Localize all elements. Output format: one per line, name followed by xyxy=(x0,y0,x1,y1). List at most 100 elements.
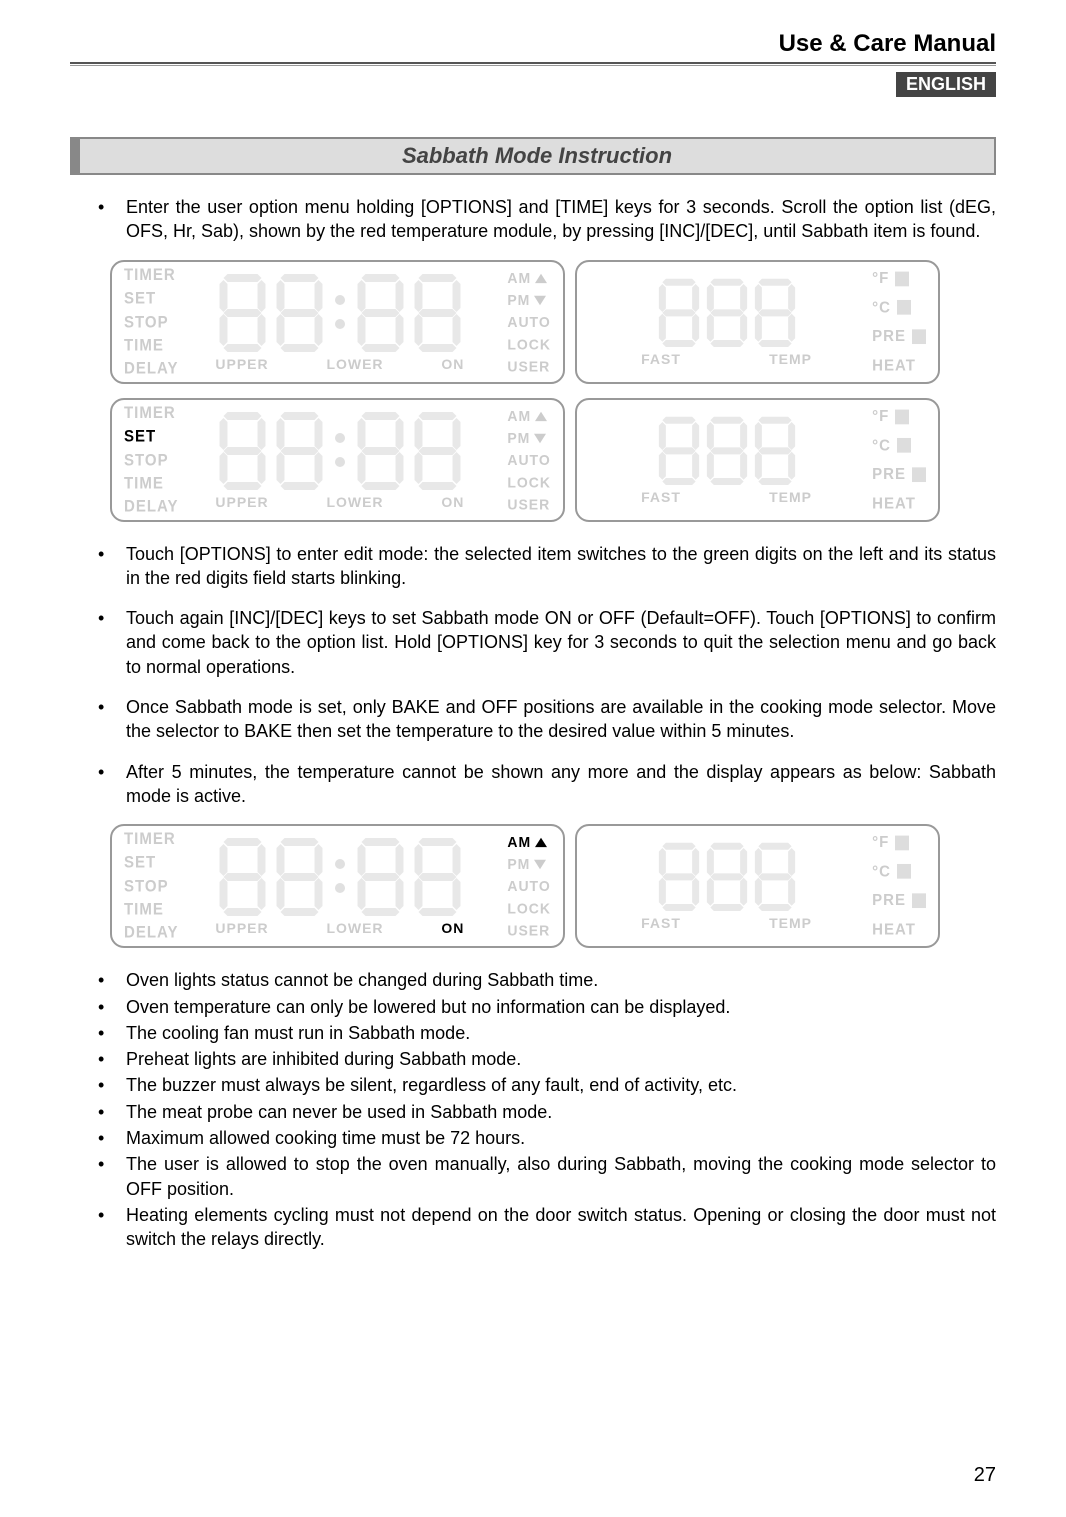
label-pre: PRE xyxy=(872,892,906,910)
down-arrow-icon xyxy=(534,295,546,304)
up-arrow-icon xyxy=(535,411,547,420)
label-degf: °F xyxy=(872,269,889,287)
label-stop: STOP xyxy=(124,451,178,468)
label-degc: °C xyxy=(872,436,891,454)
label-stop: STOP xyxy=(124,313,178,330)
label-degc: °C xyxy=(872,863,891,881)
label-auto: AUTO xyxy=(507,313,551,330)
down-arrow-icon xyxy=(534,859,546,868)
label-heat: HEAT xyxy=(872,494,926,512)
label-temp: TEMP xyxy=(769,351,812,367)
digit xyxy=(704,415,750,485)
instruction-item: Touch again [INC]/[DEC] keys to set Sabb… xyxy=(98,606,996,679)
digit xyxy=(752,277,798,347)
indicator-box xyxy=(912,329,926,344)
label-user: USER xyxy=(507,357,551,374)
label-delay: DELAY xyxy=(124,360,178,377)
digit xyxy=(272,836,327,916)
label-fast: FAST xyxy=(641,915,681,931)
label-temp: TEMP xyxy=(769,489,812,505)
label-set: SET xyxy=(124,855,178,872)
label-time: TIME xyxy=(124,475,178,492)
indicator-box xyxy=(895,409,909,424)
digit xyxy=(704,841,750,911)
clock-panel: TIMER SET STOP TIME DELAY UPPER LOWER ON xyxy=(110,398,565,522)
indicator-box xyxy=(895,271,909,286)
digit xyxy=(215,836,270,916)
colon xyxy=(329,859,351,893)
instruction-item: Oven temperature can only be lowered but… xyxy=(98,995,996,1019)
label-lock: LOCK xyxy=(507,900,551,917)
instruction-item: Preheat lights are inhibited during Sabb… xyxy=(98,1047,996,1071)
label-delay: DELAY xyxy=(124,498,178,515)
label-on: ON xyxy=(441,356,464,372)
label-heat: HEAT xyxy=(872,356,926,374)
label-timer: TIMER xyxy=(124,831,178,848)
label-auto: AUTO xyxy=(507,878,551,895)
label-user: USER xyxy=(507,495,551,512)
label-temp: TEMP xyxy=(769,915,812,931)
label-on-active: ON xyxy=(441,920,464,936)
instruction-item: The cooling fan must run in Sabbath mode… xyxy=(98,1021,996,1045)
label-on: ON xyxy=(441,494,464,510)
label-set: SET xyxy=(124,290,178,307)
digit xyxy=(353,836,408,916)
label-lower: LOWER xyxy=(326,920,383,936)
temp-panel: FAST TEMP °F °C PRE HEAT xyxy=(575,398,940,522)
digit xyxy=(656,841,702,911)
instruction-item: Enter the user option menu holding [OPTI… xyxy=(98,195,996,244)
clock-panel: TIMER SET STOP TIME DELAY UPPER LOWER ON xyxy=(110,824,565,948)
indicator-box xyxy=(912,467,926,482)
label-upper: UPPER xyxy=(215,356,268,372)
digit xyxy=(410,410,465,490)
digit xyxy=(353,272,408,352)
digit xyxy=(410,272,465,352)
digit xyxy=(215,272,270,352)
digit xyxy=(752,415,798,485)
instruction-item: Oven lights status cannot be changed dur… xyxy=(98,968,996,992)
digit xyxy=(656,415,702,485)
digit xyxy=(752,841,798,911)
label-pre: PRE xyxy=(872,327,906,345)
label-set-active: SET xyxy=(124,428,178,445)
label-lower: LOWER xyxy=(326,356,383,372)
label-lower: LOWER xyxy=(326,494,383,510)
instruction-item: The meat probe can never be used in Sabb… xyxy=(98,1100,996,1124)
colon xyxy=(329,295,351,329)
label-fast: FAST xyxy=(641,351,681,367)
label-user: USER xyxy=(507,922,551,939)
label-stop: STOP xyxy=(124,878,178,895)
label-heat: HEAT xyxy=(872,921,926,939)
instruction-item: Maximum allowed cooking time must be 72 … xyxy=(98,1126,996,1150)
label-time: TIME xyxy=(124,337,178,354)
indicator-box xyxy=(912,893,926,908)
digit xyxy=(410,836,465,916)
section-title: Sabbath Mode Instruction xyxy=(70,137,996,175)
indicator-box xyxy=(897,438,911,453)
label-pre: PRE xyxy=(872,465,906,483)
label-pm: PM xyxy=(507,291,530,308)
colon xyxy=(329,433,351,467)
doc-title: Use & Care Manual xyxy=(779,30,996,58)
label-am-active: AM xyxy=(507,834,531,851)
instruction-item: The user is allowed to stop the oven man… xyxy=(98,1152,996,1201)
indicator-box xyxy=(895,835,909,850)
label-degf: °F xyxy=(872,407,889,425)
label-timer: TIMER xyxy=(124,405,178,422)
up-arrow-icon xyxy=(535,837,547,846)
label-delay: DELAY xyxy=(124,925,178,942)
display-group-2: TIMER SET STOP TIME DELAY UPPER LOWER ON xyxy=(110,824,996,948)
label-degc: °C xyxy=(872,298,891,316)
instruction-item: Once Sabbath mode is set, only BAKE and … xyxy=(98,695,996,744)
clock-panel: TIMER SET STOP TIME DELAY UPPER LOWER ON xyxy=(110,260,565,384)
digit xyxy=(272,272,327,352)
label-time: TIME xyxy=(124,901,178,918)
digit xyxy=(704,277,750,347)
page-number: 27 xyxy=(974,1464,996,1487)
down-arrow-icon xyxy=(534,433,546,442)
indicator-box xyxy=(897,300,911,315)
label-degf: °F xyxy=(872,834,889,852)
label-upper: UPPER xyxy=(215,920,268,936)
label-pm: PM xyxy=(507,856,530,873)
label-pm: PM xyxy=(507,429,530,446)
